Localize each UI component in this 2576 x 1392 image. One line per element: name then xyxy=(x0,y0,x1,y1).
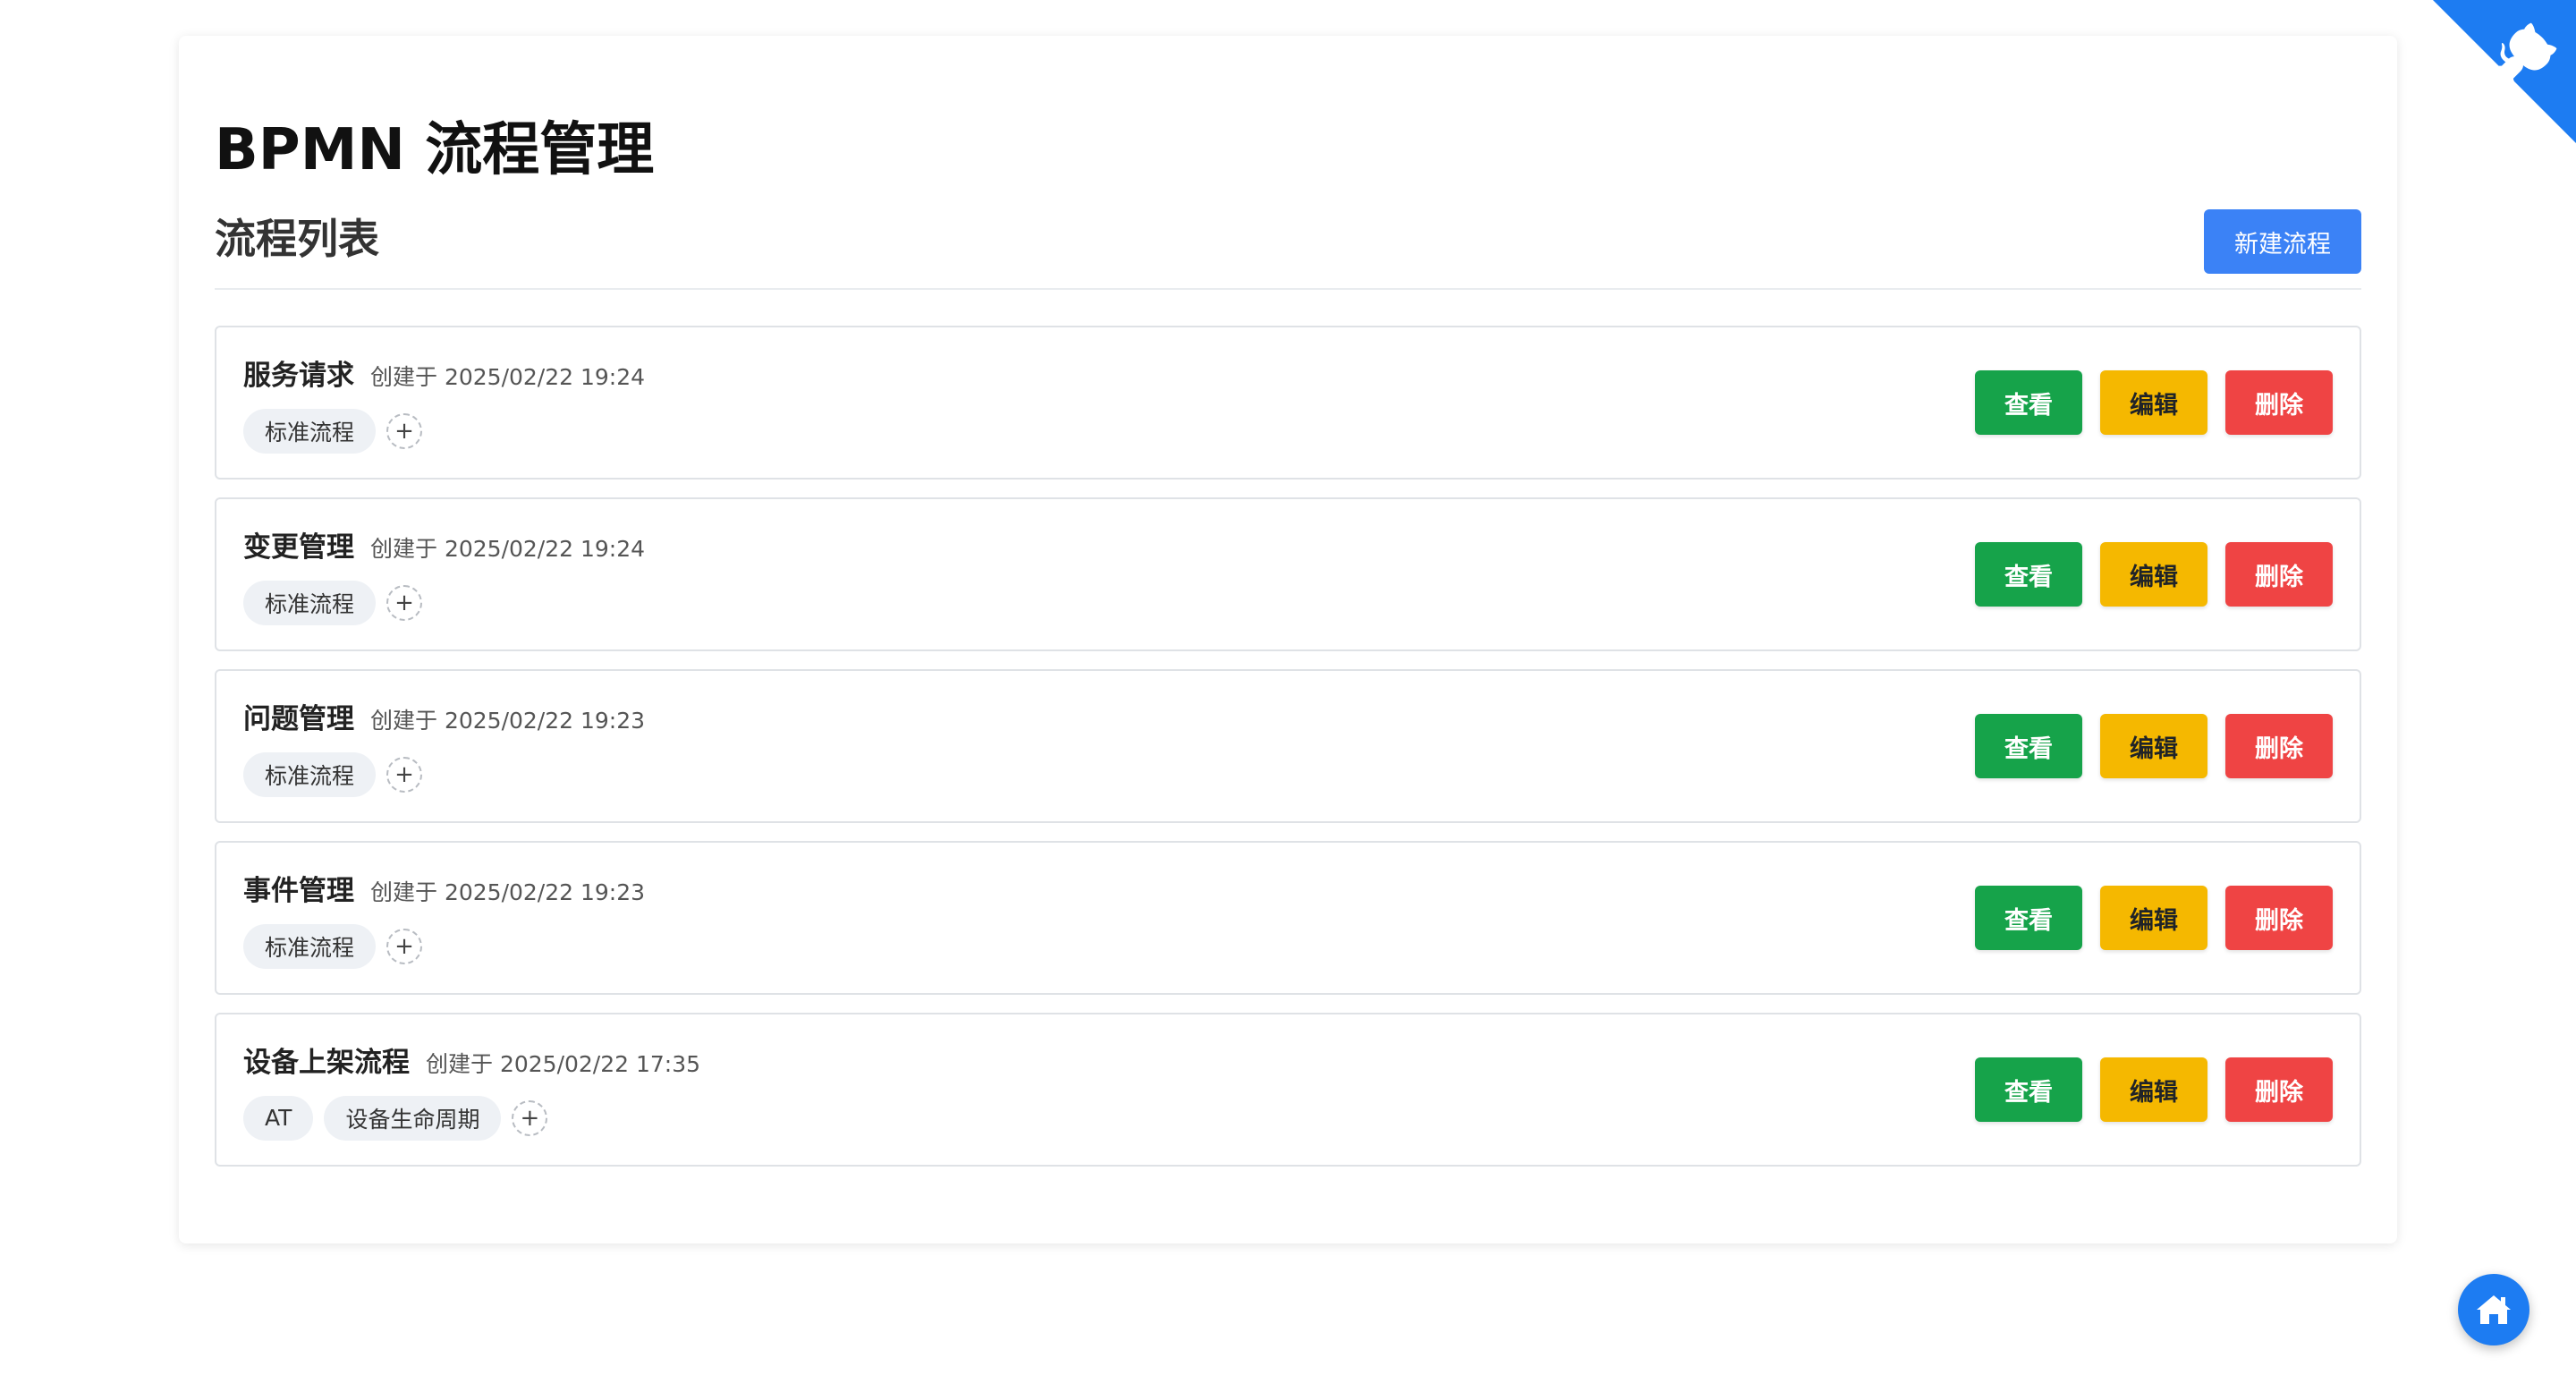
process-item: 变更管理 创建于 2025/02/22 19:24 标准流程 + 查看 编辑 删… xyxy=(215,497,2361,651)
delete-button[interactable]: 删除 xyxy=(2225,370,2333,435)
process-created: 创建于 2025/02/22 19:24 xyxy=(370,535,646,562)
tag[interactable]: 标准流程 xyxy=(243,923,377,969)
process-list: 服务请求 创建于 2025/02/22 19:24 标准流程 + 查看 编辑 删… xyxy=(215,326,2361,1167)
view-button[interactable]: 查看 xyxy=(1975,542,2082,607)
delete-button[interactable]: 删除 xyxy=(2225,1057,2333,1122)
edit-button[interactable]: 编辑 xyxy=(2100,370,2207,435)
process-created: 创建于 2025/02/22 19:24 xyxy=(370,363,646,390)
process-name: 问题管理 xyxy=(243,702,354,735)
page-title: BPMN 流程管理 xyxy=(215,117,655,183)
section-title: 流程列表 xyxy=(215,215,379,263)
process-name: 事件管理 xyxy=(243,874,354,907)
delete-button[interactable]: 删除 xyxy=(2225,542,2333,607)
edit-button[interactable]: 编辑 xyxy=(2100,542,2207,607)
process-name: 设备上架流程 xyxy=(243,1046,410,1079)
process-item: 问题管理 创建于 2025/02/22 19:23 标准流程 + 查看 编辑 删… xyxy=(215,669,2361,823)
tag[interactable]: AT xyxy=(243,1095,314,1141)
tag-list: 标准流程 + xyxy=(243,580,645,625)
add-tag-button[interactable]: + xyxy=(386,412,423,449)
tag[interactable]: 设备生命周期 xyxy=(324,1095,502,1141)
add-tag-button[interactable]: + xyxy=(386,584,423,621)
octocat-corner-icon[interactable] xyxy=(2433,0,2576,143)
tag-list: 标准流程 + xyxy=(243,751,645,797)
home-icon xyxy=(2477,1295,2511,1324)
process-created: 创建于 2025/02/22 19:23 xyxy=(370,707,646,734)
view-button[interactable]: 查看 xyxy=(1975,714,2082,778)
home-button[interactable] xyxy=(2458,1274,2529,1345)
process-created: 创建于 2025/02/22 17:35 xyxy=(426,1050,701,1077)
add-tag-button[interactable]: + xyxy=(386,928,423,964)
process-name: 变更管理 xyxy=(243,530,354,564)
view-button[interactable]: 查看 xyxy=(1975,370,2082,435)
process-item: 服务请求 创建于 2025/02/22 19:24 标准流程 + 查看 编辑 删… xyxy=(215,326,2361,480)
section-header: 流程列表 新建流程 xyxy=(215,206,2361,290)
edit-button[interactable]: 编辑 xyxy=(2100,1057,2207,1122)
view-button[interactable]: 查看 xyxy=(1975,1057,2082,1122)
add-tag-button[interactable]: + xyxy=(512,1099,548,1136)
add-tag-button[interactable]: + xyxy=(386,756,423,793)
process-item: 设备上架流程 创建于 2025/02/22 17:35 AT 设备生命周期 + … xyxy=(215,1013,2361,1167)
delete-button[interactable]: 删除 xyxy=(2225,886,2333,950)
tag[interactable]: 标准流程 xyxy=(243,580,377,625)
process-name: 服务请求 xyxy=(243,359,354,392)
main-card: BPMN 流程管理 流程列表 新建流程 服务请求 创建于 2025/02/22 … xyxy=(179,36,2397,1243)
tag-list: 标准流程 + xyxy=(243,408,645,454)
view-button[interactable]: 查看 xyxy=(1975,886,2082,950)
tag-list: AT 设备生命周期 + xyxy=(243,1095,700,1141)
tag[interactable]: 标准流程 xyxy=(243,408,377,454)
process-created: 创建于 2025/02/22 19:23 xyxy=(370,878,646,905)
edit-button[interactable]: 编辑 xyxy=(2100,886,2207,950)
edit-button[interactable]: 编辑 xyxy=(2100,714,2207,778)
tag[interactable]: 标准流程 xyxy=(243,751,377,797)
tag-list: 标准流程 + xyxy=(243,923,645,969)
new-process-button[interactable]: 新建流程 xyxy=(2204,209,2361,274)
process-item: 事件管理 创建于 2025/02/22 19:23 标准流程 + 查看 编辑 删… xyxy=(215,841,2361,995)
delete-button[interactable]: 删除 xyxy=(2225,714,2333,778)
